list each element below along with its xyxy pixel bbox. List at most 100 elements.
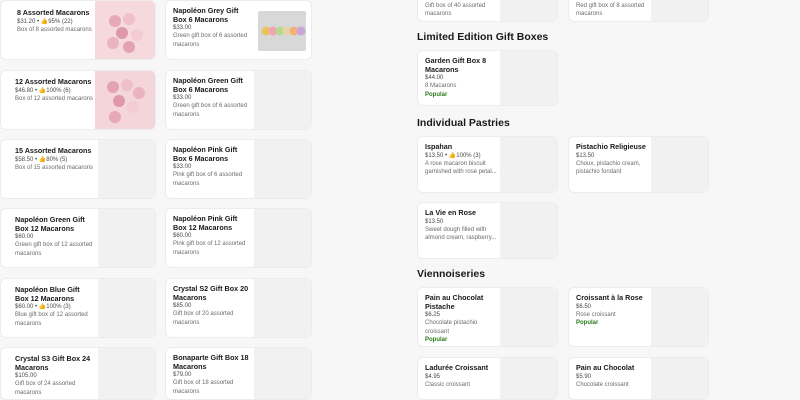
item-title: Croissant à la Rose: [576, 293, 643, 302]
popular-badge: Popular: [576, 320, 599, 326]
menu-item-card[interactable]: Napoléon Green Gift Box 12 Macarons $60.…: [0, 208, 156, 268]
menu-item-card[interactable]: Bonaparte Gift Box 18 Macarons $79.00 Gi…: [165, 347, 312, 400]
item-price: $85.00: [173, 303, 192, 310]
menu-item-card[interactable]: Pain au Chocolat Pistache $6.25 Chocolat…: [417, 287, 558, 347]
item-price: $13.50: [425, 218, 444, 225]
item-price: $13.50: [425, 152, 444, 159]
popular-badge: Popular: [425, 336, 448, 343]
item-title: Crystal S2 Gift Box 20 Macarons: [173, 284, 249, 302]
item-image-placeholder: [651, 288, 708, 346]
item-image-placeholder: [98, 279, 155, 337]
item-price: $5.90: [576, 373, 592, 380]
item-description: Chocolate pistachio croissant: [425, 320, 478, 335]
item-description: Red gift box of 8 assorted macarons: [576, 3, 645, 18]
item-meta: $13.50 • 👍100% (3): [425, 152, 481, 159]
item-price: $31.20: [17, 18, 36, 25]
item-price: $44.00: [425, 75, 444, 82]
item-description: Chocolate croissant: [576, 381, 629, 388]
popular-badge: Popular: [425, 91, 448, 98]
item-rating: 95% (22): [48, 18, 73, 25]
item-image-placeholder: [254, 209, 311, 267]
menu-item-card[interactable]: Napoléon Grey Gift Box 6 Macarons $33.00…: [165, 0, 312, 60]
item-price: $58.50: [15, 156, 34, 163]
item-image-placeholder: [254, 348, 311, 399]
menu-item-card[interactable]: Crystal S3 Gift Box 24 Macarons $105.00 …: [0, 347, 156, 400]
item-title: Napoléon Pink Gift Box 12 Macarons: [173, 214, 238, 232]
item-description: Blue gift box of 12 assorted macarons: [15, 312, 88, 327]
item-title: 15 Assorted Macarons: [15, 146, 92, 155]
menu-item-card[interactable]: Ispahan $13.50 • 👍100% (3) A rose macaro…: [417, 136, 558, 193]
menu-item-card[interactable]: 12 Assorted Macarons $46.80 • 👍100% (6) …: [0, 70, 156, 130]
menu-item-card[interactable]: Red gift box of 8 assorted macarons: [568, 0, 709, 22]
item-price: $60.00: [173, 233, 192, 240]
item-image-placeholder: [98, 348, 155, 399]
item-image-placeholder: [651, 358, 708, 399]
section-heading-pastries: Individual Pastries: [417, 117, 510, 129]
item-image-placeholder: [500, 288, 557, 346]
item-title: Napoléon Green Gift Box 12 Macarons: [15, 215, 85, 233]
menu-item-card[interactable]: Crystal S2 Gift Box 20 Macarons $85.00 G…: [165, 278, 312, 338]
section-heading-viennoiseries: Viennoiseries: [417, 268, 486, 280]
item-description: Box of 8 assorted macarons: [17, 26, 92, 33]
item-description: Gift box of 18 assorted macarons: [173, 380, 234, 395]
menu-item-card[interactable]: Croissant à la Rose $6.50 Rose croissant…: [568, 287, 709, 347]
menu-item-card[interactable]: Gift box of 40 assorted macarons: [417, 0, 558, 22]
item-title: Napoléon Pink Gift Box 6 Macarons: [173, 145, 238, 163]
grey-macaron-box-image: [254, 1, 311, 59]
item-title: Napoléon Green Gift Box 6 Macarons: [173, 76, 243, 94]
menu-item-card[interactable]: Napoléon Pink Gift Box 12 Macarons $60.0…: [165, 208, 312, 268]
item-price: $105.00: [15, 373, 37, 380]
item-image-placeholder: [98, 209, 155, 267]
item-meta: $60.00 • 👍100% (3): [15, 304, 71, 311]
item-image-placeholder: [98, 140, 155, 198]
item-image-placeholder: [500, 358, 557, 399]
item-title: Crystal S3 Gift Box 24 Macarons: [15, 354, 91, 372]
item-image-placeholder: [254, 279, 311, 337]
item-image-placeholder: [500, 203, 557, 258]
pink-macaron-box-image: [95, 1, 155, 59]
item-description: 8 Macarons: [425, 83, 457, 90]
item-price: $79.00: [173, 372, 192, 379]
menu-item-card[interactable]: Napoléon Green Gift Box 6 Macarons $33.0…: [165, 70, 312, 130]
item-meta: $31.20 • 👍95% (22): [17, 18, 73, 25]
menu-item-card[interactable]: Napoléon Pink Gift Box 6 Macarons $33.00…: [165, 139, 312, 199]
item-description: A rose macaron biscuit garnished with ro…: [425, 160, 497, 175]
item-description: Pink gift box of 12 assorted macarons: [173, 241, 246, 256]
item-price: $6.25: [425, 312, 441, 319]
item-price: $46.80: [15, 87, 34, 94]
item-meta: $46.80 • 👍100% (6): [15, 87, 71, 94]
menu-item-card[interactable]: 8 Assorted Macarons $31.20 • 👍95% (22) B…: [0, 0, 156, 60]
item-title: Napoléon Blue Gift Box 12 Macarons: [15, 285, 80, 303]
item-image-placeholder: [500, 0, 557, 21]
item-rating: 100% (6): [46, 87, 71, 94]
item-description: Box of 12 assorted macarons: [15, 95, 94, 102]
item-image: [95, 1, 155, 59]
item-price: $60.00: [15, 304, 34, 311]
section-heading-limited: Limited Edition Gift Boxes: [417, 31, 549, 43]
item-description: Sweet dough filled with almond cream, ra…: [425, 226, 497, 241]
item-image-placeholder: [254, 140, 311, 198]
menu-item-card[interactable]: Pain au Chocolat $5.90 Chocolate croissa…: [568, 357, 709, 400]
item-description: Box of 15 assorted macarons: [15, 164, 94, 171]
item-description: Gift box of 20 assorted macarons: [173, 311, 234, 326]
item-image-placeholder: [500, 51, 557, 105]
item-price: $13.50: [576, 152, 595, 159]
menu-item-card[interactable]: Napoléon Blue Gift Box 12 Macarons $60.0…: [0, 278, 156, 338]
item-price: $33.00: [173, 25, 192, 32]
item-rating: 100% (3): [46, 304, 71, 311]
item-title: 8 Assorted Macarons: [17, 8, 90, 17]
item-description: Rose croissant: [576, 311, 616, 318]
item-image-placeholder: [651, 0, 708, 21]
menu-item-card[interactable]: Pistachio Religieuse $13.50 Choux, pista…: [568, 136, 709, 193]
item-price: $33.00: [173, 95, 192, 102]
menu-item-card[interactable]: Ladurée Croissant $4.95 Classic croissan…: [417, 357, 558, 400]
item-title: Ladurée Croissant: [425, 363, 489, 372]
menu-item-card[interactable]: 15 Assorted Macarons $58.50 • 👍80% (5) B…: [0, 139, 156, 199]
item-price: $60.00: [15, 234, 34, 241]
item-title: Ispahan: [425, 142, 453, 151]
menu-item-card[interactable]: Garden Gift Box 8 Macarons $44.00 8 Maca…: [417, 50, 558, 106]
item-title: Pain au Chocolat Pistache: [425, 293, 484, 311]
item-description: Gift box of 40 assorted macarons: [425, 3, 486, 18]
menu-item-card[interactable]: La Vie en Rose $13.50 Sweet dough filled…: [417, 202, 558, 259]
item-description: Green gift box of 6 assorted macarons: [173, 33, 248, 48]
